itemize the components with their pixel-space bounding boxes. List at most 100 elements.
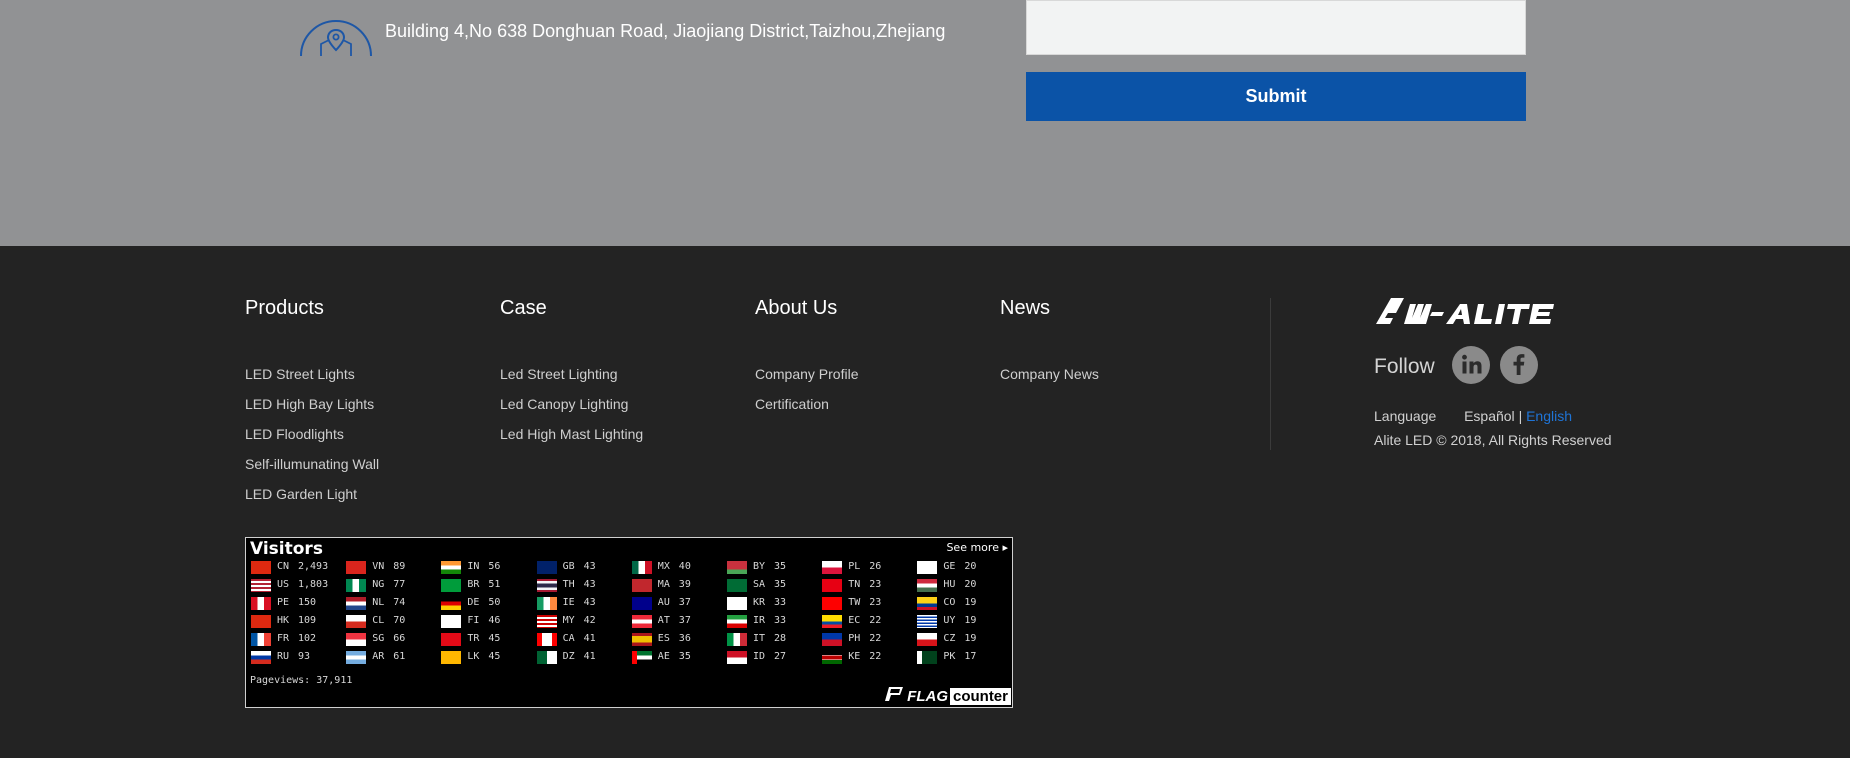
- footer-link-led-floodlights[interactable]: LED Floodlights: [245, 426, 344, 442]
- country-code: MY: [562, 615, 575, 626]
- list-item: Self-illumunating Wall: [245, 456, 379, 486]
- country-entry: KR 33: [727, 596, 819, 610]
- footer-link-led-high-mast-lighting[interactable]: Led High Mast Lighting: [500, 426, 643, 442]
- country-entry: ES 36: [631, 632, 724, 646]
- facebook-icon[interactable]: [1500, 346, 1538, 384]
- country-count: 150: [298, 597, 317, 608]
- country-entry: TN 23: [822, 578, 914, 592]
- flag-ar-icon: [346, 651, 367, 664]
- country-entry: MX 40: [631, 560, 724, 574]
- country-entry: DE 50: [441, 596, 533, 610]
- country-code: MA: [657, 579, 670, 590]
- alite-logo[interactable]: [1374, 296, 1560, 331]
- flag-nl-icon: [346, 597, 367, 610]
- submit-button[interactable]: Submit: [1026, 72, 1526, 121]
- country-count: 35: [774, 579, 787, 590]
- language-separator: |: [1518, 408, 1523, 424]
- about-us-title: About Us: [755, 297, 838, 319]
- country-count: 19: [964, 615, 977, 626]
- country-entry: TW 23: [822, 596, 914, 610]
- country-code: US: [277, 579, 290, 590]
- footer-link-self-illuminating-wall[interactable]: Self-illumunating Wall: [245, 456, 379, 472]
- footer-link-led-garden-light[interactable]: LED Garden Light: [245, 486, 357, 502]
- country-code: EC: [848, 615, 861, 626]
- language-espanol-link[interactable]: Español: [1464, 408, 1515, 424]
- footer-link-certification[interactable]: Certification: [755, 396, 829, 412]
- country-count: 37: [678, 615, 691, 626]
- country-count: 41: [583, 633, 596, 644]
- caret-right-icon: ▸: [998, 541, 1008, 554]
- country-count: 41: [583, 651, 596, 662]
- country-code: AT: [657, 615, 670, 626]
- country-code: TW: [848, 597, 861, 608]
- case-title: Case: [500, 297, 547, 319]
- country-entry: DZ 41: [536, 650, 629, 664]
- footer-link-led-high-bay-lights[interactable]: LED High Bay Lights: [245, 396, 374, 412]
- country-code: ES: [657, 633, 670, 644]
- list-item: Certification: [755, 396, 859, 426]
- flag-ma-icon: [631, 579, 652, 592]
- country-count: 77: [393, 579, 406, 590]
- flag-tr-icon: [441, 633, 462, 646]
- country-count: 74: [393, 597, 406, 608]
- counter-word: counter: [949, 687, 1011, 705]
- language-english-link[interactable]: English: [1526, 408, 1572, 424]
- country-code: IN: [467, 561, 480, 572]
- footer-link-company-profile[interactable]: Company Profile: [755, 366, 859, 382]
- country-entry: HK 109: [251, 614, 343, 628]
- flag-ge-icon: [917, 561, 938, 574]
- flag-counter-widget[interactable]: Visitors See more ▸ CN 2,493 US 1,803 PE 150 H…: [245, 537, 1013, 708]
- footer-link-led-street-lighting[interactable]: Led Street Lighting: [500, 366, 618, 382]
- message-textarea[interactable]: [1026, 0, 1526, 55]
- news-links: Company News: [1000, 366, 1099, 396]
- see-more-label: See more: [946, 541, 999, 554]
- country-entry: CN 2,493: [251, 560, 343, 574]
- country-count: 28: [774, 633, 787, 644]
- flag-pe-icon: [251, 597, 271, 610]
- flag-sa-icon: [727, 579, 747, 592]
- country-entry: GB 43: [536, 560, 629, 574]
- country-count: 17: [964, 651, 977, 662]
- flag-sg-icon: [346, 633, 367, 646]
- country-count: 50: [488, 597, 501, 608]
- list-item: Led Street Lighting: [500, 366, 643, 396]
- case-links: Led Street Lighting Led Canopy Lighting …: [500, 366, 643, 456]
- country-code: NL: [372, 597, 385, 608]
- country-code: PE: [277, 597, 290, 608]
- country-entry: CL 70: [346, 614, 438, 628]
- country-code: CO: [943, 597, 956, 608]
- see-more-link[interactable]: See more ▸: [946, 541, 1008, 554]
- list-item: Led High Mast Lighting: [500, 426, 643, 456]
- flag-dz-icon: [536, 651, 557, 664]
- flag-cz-icon: [917, 633, 938, 646]
- footer-link-led-canopy-lighting[interactable]: Led Canopy Lighting: [500, 396, 628, 412]
- country-count: 40: [678, 561, 691, 572]
- country-count: 36: [678, 633, 691, 644]
- footer-link-led-street-lights[interactable]: LED Street Lights: [245, 366, 355, 382]
- list-item: LED Street Lights: [245, 366, 379, 396]
- contact-section: Building 4,No 638 Donghuan Road, Jiaojia…: [0, 0, 1850, 246]
- country-count: 26: [869, 561, 882, 572]
- linkedin-icon[interactable]: [1452, 346, 1490, 384]
- flag-id-icon: [727, 651, 747, 664]
- country-entry: PK 17: [917, 650, 1009, 664]
- flag-ae-icon: [631, 651, 652, 664]
- country-code: KR: [753, 597, 766, 608]
- country-count: 43: [583, 561, 596, 572]
- flag-it-icon: [727, 633, 747, 646]
- footer-link-company-news[interactable]: Company News: [1000, 366, 1099, 382]
- flag-ke-icon: [822, 651, 843, 664]
- country-code: TN: [848, 579, 861, 590]
- country-count: 42: [583, 615, 596, 626]
- flag-hk-icon: [251, 615, 271, 628]
- country-entry: UY 19: [917, 614, 1009, 628]
- flag-cn-icon: [251, 561, 271, 574]
- flag-counter-brand[interactable]: FLAG counter: [883, 686, 1011, 706]
- country-entry: MY 42: [536, 614, 629, 628]
- country-entry: MA 39: [631, 578, 724, 592]
- country-code: PL: [848, 561, 861, 572]
- country-code: UY: [943, 615, 956, 626]
- flag-lk-icon: [441, 651, 462, 664]
- flag-th-icon: [536, 579, 557, 592]
- country-code: DE: [467, 597, 480, 608]
